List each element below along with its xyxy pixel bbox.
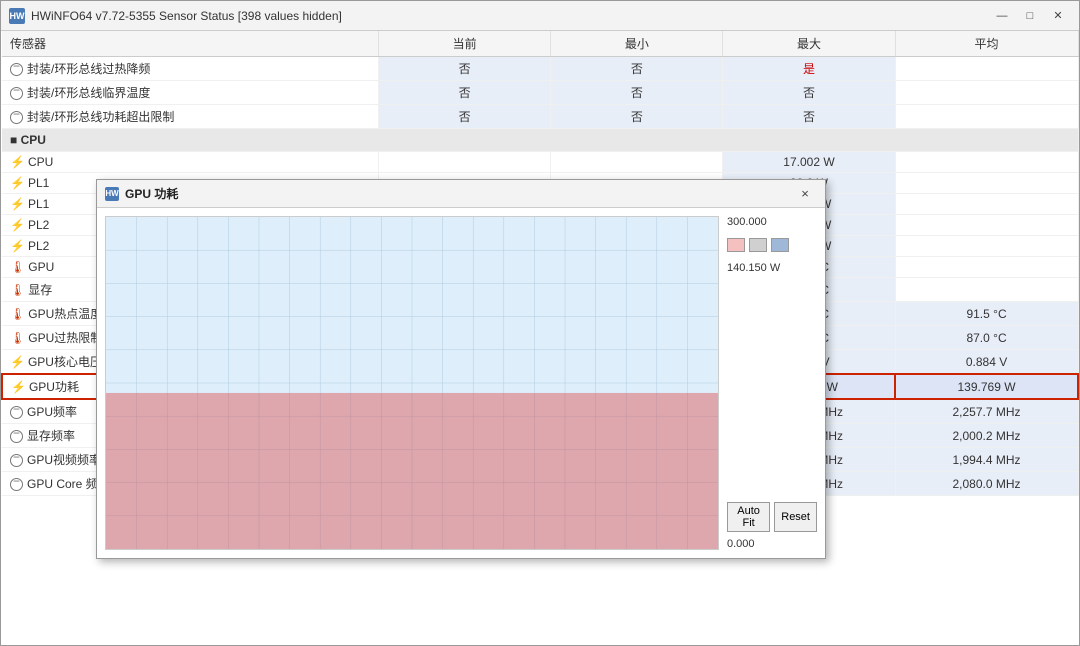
col-current: 当前	[379, 31, 551, 57]
sensor-max-cell: 是	[723, 57, 895, 81]
sensor-avg-cell	[895, 194, 1078, 215]
color-box-3	[771, 238, 789, 252]
sensor-avg-cell	[895, 278, 1078, 302]
sensor-avg-cell	[895, 173, 1078, 194]
sensor-max-cell: 否	[723, 105, 895, 129]
chart-sidebar: 300.000 140.150 W Auto Fit Reset 0.000	[727, 216, 817, 550]
table-row[interactable]: −封装/环形总线功耗超出限制否否否	[2, 105, 1078, 129]
sensor-current-cell	[379, 152, 551, 173]
sensor-avg-cell: 87.0 °C	[895, 326, 1078, 350]
table-row[interactable]: −封装/环形总线临界温度否否否	[2, 81, 1078, 105]
sensor-current-cell: 否	[379, 57, 551, 81]
chart-body: 300.000 140.150 W Auto Fit Reset 0.000	[97, 208, 825, 558]
chart-icon: HW	[105, 187, 119, 201]
auto-fit-button[interactable]: Auto Fit	[727, 502, 770, 532]
table-header-row: 传感器 当前 最小 最大 平均	[2, 31, 1078, 57]
chart-close-button[interactable]: ×	[793, 185, 817, 203]
sensor-avg-cell	[895, 81, 1078, 105]
sensor-avg-cell	[895, 236, 1078, 257]
sensor-avg-cell: 2,080.0 MHz	[895, 472, 1078, 496]
sensor-avg-cell	[895, 152, 1078, 173]
sensor-avg-cell: 139.769 W	[895, 374, 1078, 399]
sensor-label-cell: −封装/环形总线临界温度	[2, 81, 379, 105]
table-row[interactable]: ⚡CPU 17.002 W	[2, 152, 1078, 173]
table-row[interactable]: ■ CPU	[2, 129, 1078, 152]
sensor-label-cell: −封装/环形总线过热降频	[2, 57, 379, 81]
sensor-avg-cell: 2,000.2 MHz	[895, 424, 1078, 448]
sensor-avg-cell	[895, 57, 1078, 81]
minimize-button[interactable]: —	[989, 6, 1015, 26]
gpu-power-chart-popup: HW GPU 功耗 ×	[96, 179, 826, 559]
chart-max-label: 300.000	[727, 216, 817, 228]
color-box-1	[727, 238, 745, 252]
sensor-avg-cell	[895, 215, 1078, 236]
sensor-max-cell: 否	[723, 81, 895, 105]
sensor-table-container: 传感器 当前 最小 最大 平均 −封装/环形总线过热降频否否是−封装/环形总线临…	[1, 31, 1079, 645]
chart-color-legend	[727, 238, 817, 252]
chart-buttons: Auto Fit Reset	[727, 502, 817, 532]
col-sensor: 传感器	[2, 31, 379, 57]
sensor-avg-cell: 1,994.4 MHz	[895, 448, 1078, 472]
app-icon: HW	[9, 8, 25, 24]
chart-title-bar: HW GPU 功耗 ×	[97, 180, 825, 208]
sensor-label-cell: ⚡CPU	[2, 152, 379, 173]
sensor-min-cell: 否	[551, 105, 723, 129]
sensor-avg-cell	[895, 105, 1078, 129]
col-min: 最小	[551, 31, 723, 57]
main-window: HW HWiNFO64 v7.72-5355 Sensor Status [39…	[0, 0, 1080, 646]
section-header-cell: ■ CPU	[2, 129, 1078, 152]
sensor-current-cell: 否	[379, 81, 551, 105]
close-button[interactable]: ✕	[1045, 6, 1071, 26]
maximize-button[interactable]: □	[1017, 6, 1043, 26]
chart-min-label: 0.000	[727, 538, 817, 550]
sensor-min-cell: 否	[551, 81, 723, 105]
reset-button[interactable]: Reset	[774, 502, 817, 532]
sensor-avg-cell: 0.884 V	[895, 350, 1078, 375]
chart-canvas	[105, 216, 719, 550]
col-avg: 平均	[895, 31, 1078, 57]
sensor-max-cell: 17.002 W	[723, 152, 895, 173]
sensor-current-cell: 否	[379, 105, 551, 129]
table-row[interactable]: −封装/环形总线过热降频否否是	[2, 57, 1078, 81]
sensor-avg-cell: 91.5 °C	[895, 302, 1078, 326]
col-max: 最大	[723, 31, 895, 57]
window-title: HWiNFO64 v7.72-5355 Sensor Status [398 v…	[31, 9, 989, 23]
sensor-avg-cell: 2,257.7 MHz	[895, 399, 1078, 424]
chart-title: GPU 功耗	[125, 185, 793, 202]
sensor-avg-cell	[895, 257, 1078, 278]
title-bar: HW HWiNFO64 v7.72-5355 Sensor Status [39…	[1, 1, 1079, 31]
chart-current-label: 140.150 W	[727, 262, 817, 274]
sensor-min-cell: 否	[551, 57, 723, 81]
color-box-2	[749, 238, 767, 252]
sensor-label-cell: −封装/环形总线功耗超出限制	[2, 105, 379, 129]
sensor-min-cell	[551, 152, 723, 173]
chart-svg	[106, 217, 718, 549]
window-controls: — □ ✕	[989, 6, 1071, 26]
